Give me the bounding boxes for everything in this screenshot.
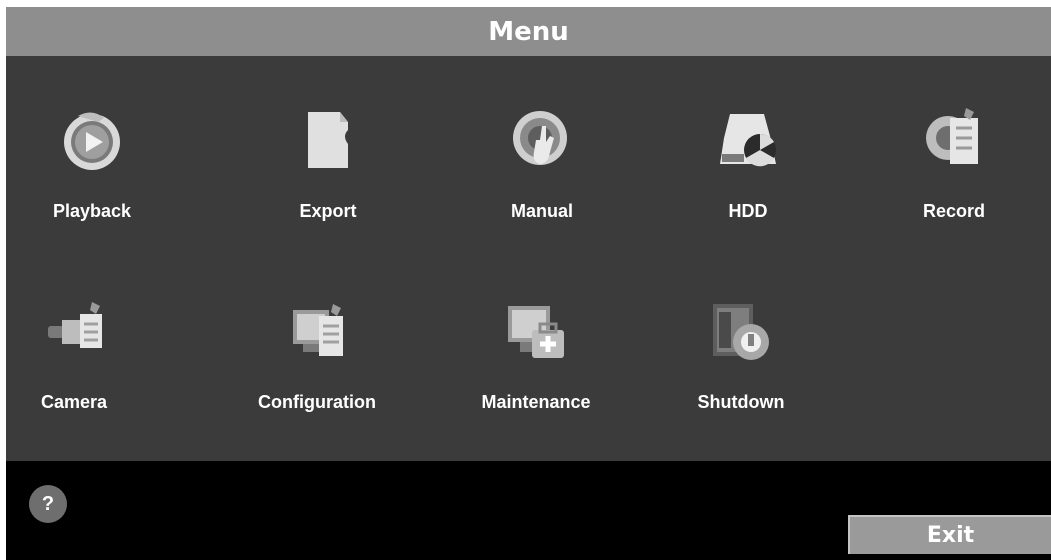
menu-item-configuration[interactable]: Configuration	[237, 298, 397, 438]
menu-item-manual[interactable]: Manual	[462, 106, 622, 246]
hdd-icon	[720, 114, 776, 167]
menu-item-label: Configuration	[258, 392, 376, 412]
menu-item-camera[interactable]: Camera	[0, 298, 154, 438]
menu-item-playback[interactable]: Playback	[12, 106, 172, 246]
camera-icon	[48, 302, 102, 348]
menu-item-label: Maintenance	[481, 392, 591, 412]
menu-item-export[interactable]: Export	[248, 106, 408, 246]
menu-item-label: Export	[299, 201, 357, 221]
menu-item-label: Shutdown	[697, 392, 785, 412]
export-icon	[308, 112, 348, 168]
menu-item-shutdown[interactable]: Shutdown	[661, 298, 821, 438]
menu-item-label: Record	[922, 201, 985, 221]
configuration-icon	[293, 304, 343, 356]
exit-button[interactable]: Exit	[848, 515, 1051, 554]
menu-item-label: HDD	[728, 201, 768, 221]
footer-bar: ? Exit	[6, 461, 1051, 560]
menu-item-hdd[interactable]: HDD	[668, 106, 828, 246]
menu-item-record[interactable]: Record	[874, 106, 1034, 246]
menu-item-label: Camera	[40, 392, 108, 412]
menu-item-label: Manual	[510, 201, 573, 221]
playback-icon	[64, 112, 120, 170]
menu-item-label: Playback	[52, 201, 132, 221]
help-button[interactable]: ?	[29, 485, 67, 523]
shutdown-icon	[713, 304, 769, 360]
exit-button-label: Exit	[926, 523, 975, 548]
page-title: Menu	[488, 16, 569, 47]
menu-panel: Playback Export Manual HDD Record Camera…	[6, 56, 1051, 461]
menu-item-maintenance[interactable]: Maintenance	[456, 298, 616, 438]
maintenance-icon	[508, 306, 564, 358]
record-icon	[926, 108, 978, 164]
title-bar: Menu	[6, 7, 1051, 56]
manual-icon	[513, 111, 567, 165]
